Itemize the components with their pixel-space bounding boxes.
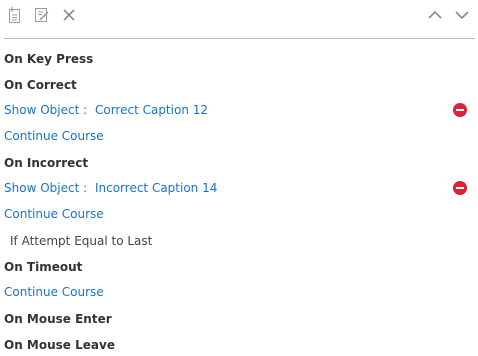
action-continue-course-timeout[interactable]: Continue Course	[4, 282, 474, 302]
event-heading-correct: On Correct	[4, 78, 77, 92]
action-toolbar	[0, 0, 478, 34]
action-target: Correct Caption 12	[94, 103, 209, 117]
event-heading-mouse-leave: On Mouse Leave	[4, 338, 115, 352]
event-heading-incorrect: On Incorrect	[4, 156, 89, 170]
action-show-object-incorrect[interactable]: Show Object : Incorrect Caption 14	[4, 178, 474, 198]
action-continue-course-correct[interactable]: Continue Course	[4, 126, 474, 146]
remove-icon[interactable]	[453, 181, 467, 195]
remove-icon[interactable]	[453, 103, 467, 117]
chevron-up-icon[interactable]	[426, 6, 444, 24]
event-heading-timeout: On Timeout	[4, 260, 83, 274]
condition-attempt-last[interactable]: If Attempt Equal to Last	[4, 231, 474, 251]
edit-action-icon[interactable]	[33, 6, 51, 24]
action-show-object-correct[interactable]: Show Object : Correct Caption 12	[4, 100, 474, 120]
action-label: Show Object :	[4, 181, 88, 195]
toolbar-divider	[4, 38, 475, 39]
action-continue-course-incorrect[interactable]: Continue Course	[4, 204, 474, 224]
new-action-icon[interactable]	[6, 6, 24, 24]
action-label: Show Object :	[4, 103, 88, 117]
action-target: Incorrect Caption 14	[94, 181, 218, 195]
event-heading-mouse-enter: On Mouse Enter	[4, 312, 112, 326]
chevron-down-icon[interactable]	[453, 6, 471, 24]
event-heading-key-press: On Key Press	[4, 52, 94, 66]
close-icon[interactable]	[60, 6, 78, 24]
